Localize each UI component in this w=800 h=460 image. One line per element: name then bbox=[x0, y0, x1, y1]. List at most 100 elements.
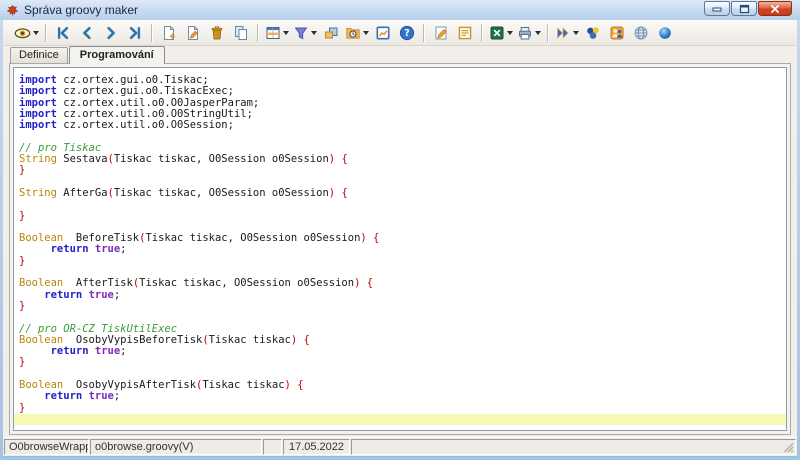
export-excel-menu-button[interactable] bbox=[487, 22, 515, 44]
grid-settings-menu-button[interactable] bbox=[263, 22, 291, 44]
close-button[interactable] bbox=[758, 1, 792, 16]
layers-button[interactable] bbox=[319, 22, 343, 44]
tab-panel: import cz.ortex.gui.o0.Tiskac;import cz.… bbox=[9, 63, 791, 435]
next-record-icon bbox=[103, 25, 119, 41]
titlebar[interactable]: Správa groovy maker bbox=[0, 0, 800, 20]
code-line[interactable]: } bbox=[14, 403, 786, 414]
tab-programovani-label: Programování bbox=[80, 49, 154, 61]
copy-record-button[interactable] bbox=[229, 22, 253, 44]
code-line[interactable]: Boolean OsobyVypisAfterTisk(Tiskac tiska… bbox=[14, 380, 786, 391]
filter-funnel-icon bbox=[293, 25, 309, 41]
tab-programovani[interactable]: Programování bbox=[69, 46, 165, 64]
code-line[interactable] bbox=[14, 414, 786, 425]
users-button[interactable] bbox=[605, 22, 629, 44]
users-icon bbox=[609, 25, 625, 41]
printer-icon bbox=[517, 25, 533, 41]
status-empty-cell bbox=[263, 439, 282, 455]
blue-sphere-icon bbox=[657, 25, 673, 41]
code-line[interactable]: } bbox=[14, 211, 786, 222]
edit-record-button[interactable] bbox=[181, 22, 205, 44]
code-line[interactable]: } bbox=[14, 256, 786, 267]
status-spacer-cell bbox=[351, 439, 796, 455]
toolbar-separator bbox=[257, 24, 259, 42]
code-line[interactable]: import cz.ortex.util.o0.O0Session; bbox=[14, 120, 786, 131]
code-line[interactable]: Boolean AfterTisk(Tiskac tiskac, O0Sessi… bbox=[14, 278, 786, 289]
previous-record-button[interactable] bbox=[75, 22, 99, 44]
folder-clock-icon bbox=[345, 25, 361, 41]
app-window: Správa groovy maker bbox=[0, 0, 800, 460]
code-editor[interactable]: import cz.ortex.gui.o0.Tiskac;import cz.… bbox=[13, 67, 787, 431]
globe-icon bbox=[633, 25, 649, 41]
dropdown-caret-icon bbox=[507, 31, 513, 35]
form-view-button[interactable] bbox=[453, 22, 477, 44]
filter-menu-button[interactable] bbox=[291, 22, 319, 44]
code-line[interactable]: return true; bbox=[14, 244, 786, 255]
toolbar-separator bbox=[45, 24, 47, 42]
first-record-button[interactable] bbox=[51, 22, 75, 44]
actions-menu-button[interactable] bbox=[553, 22, 581, 44]
app-leaf-icon bbox=[6, 4, 19, 17]
code-line[interactable]: String Sestava(Tiskac tiskac, O0Session … bbox=[14, 154, 786, 165]
code-line[interactable]: return true; bbox=[14, 290, 786, 301]
next-record-button[interactable] bbox=[99, 22, 123, 44]
eye-icon bbox=[14, 25, 31, 41]
dropdown-caret-icon bbox=[535, 31, 541, 35]
delete-record-button[interactable] bbox=[205, 22, 229, 44]
code-line[interactable]: } bbox=[14, 301, 786, 312]
code-line[interactable]: } bbox=[14, 165, 786, 176]
toolbar-separator bbox=[423, 24, 425, 42]
code-line[interactable]: } bbox=[14, 357, 786, 368]
last-record-icon bbox=[127, 25, 143, 41]
objects-button[interactable] bbox=[581, 22, 605, 44]
code-line[interactable]: import cz.ortex.gui.o0.TiskacExec; bbox=[14, 86, 786, 97]
statusbar: O0browseWrapper o0browse.groovy(V) 17.05… bbox=[3, 437, 797, 456]
new-record-button[interactable] bbox=[157, 22, 181, 44]
window-body: ? bbox=[3, 20, 797, 437]
minimize-button[interactable] bbox=[704, 1, 730, 16]
dropdown-caret-icon bbox=[33, 31, 39, 35]
last-record-button[interactable] bbox=[123, 22, 147, 44]
maximize-icon bbox=[739, 4, 750, 14]
maximize-button[interactable] bbox=[731, 1, 757, 16]
copy-icon bbox=[233, 25, 249, 41]
status-wrapper-cell: O0browseWrapper bbox=[4, 439, 89, 455]
chart-button[interactable] bbox=[371, 22, 395, 44]
toolbar: ? bbox=[3, 20, 797, 46]
tab-definice[interactable]: Definice bbox=[10, 47, 68, 63]
toolbar-separator bbox=[481, 24, 483, 42]
code-line[interactable]: String AfterGa(Tiskac tiskac, O0Session … bbox=[14, 188, 786, 199]
edit-document-icon bbox=[185, 25, 201, 41]
resize-grip[interactable] bbox=[783, 442, 794, 453]
status-date-cell: 17.05.2022 bbox=[283, 439, 350, 455]
scheduler-menu-button[interactable] bbox=[343, 22, 371, 44]
pencil-page-icon bbox=[433, 25, 449, 41]
excel-export-icon bbox=[489, 25, 505, 41]
toolbar-separator bbox=[151, 24, 153, 42]
previous-record-icon bbox=[79, 25, 95, 41]
new-document-icon bbox=[161, 25, 177, 41]
double-chevron-icon bbox=[555, 25, 571, 41]
window-controls bbox=[704, 0, 792, 16]
tab-definice-label: Definice bbox=[19, 49, 59, 61]
minimize-icon bbox=[712, 4, 722, 13]
code-line[interactable]: return true; bbox=[14, 346, 786, 357]
view-menu-button[interactable] bbox=[12, 22, 41, 44]
status-sphere-button[interactable] bbox=[653, 22, 677, 44]
first-record-icon bbox=[55, 25, 71, 41]
window-title: Správa groovy maker bbox=[24, 3, 138, 17]
code-line[interactable] bbox=[14, 131, 786, 142]
code-line[interactable]: Boolean OsobyVypisBeforeTisk(Tiskac tisk… bbox=[14, 335, 786, 346]
code-line[interactable]: Boolean BeforeTisk(Tiskac tiskac, O0Sess… bbox=[14, 233, 786, 244]
dropdown-caret-icon bbox=[311, 31, 317, 35]
web-button[interactable] bbox=[629, 22, 653, 44]
edit-script-button[interactable] bbox=[429, 22, 453, 44]
print-menu-button[interactable] bbox=[515, 22, 543, 44]
close-icon bbox=[770, 4, 780, 14]
code-line[interactable]: return true; bbox=[14, 391, 786, 402]
dropdown-caret-icon bbox=[573, 31, 579, 35]
code-line[interactable] bbox=[14, 199, 786, 210]
help-button[interactable]: ? bbox=[395, 22, 419, 44]
toolbar-separator bbox=[547, 24, 549, 42]
colored-balls-icon bbox=[585, 25, 601, 41]
layers-icon bbox=[323, 25, 339, 41]
